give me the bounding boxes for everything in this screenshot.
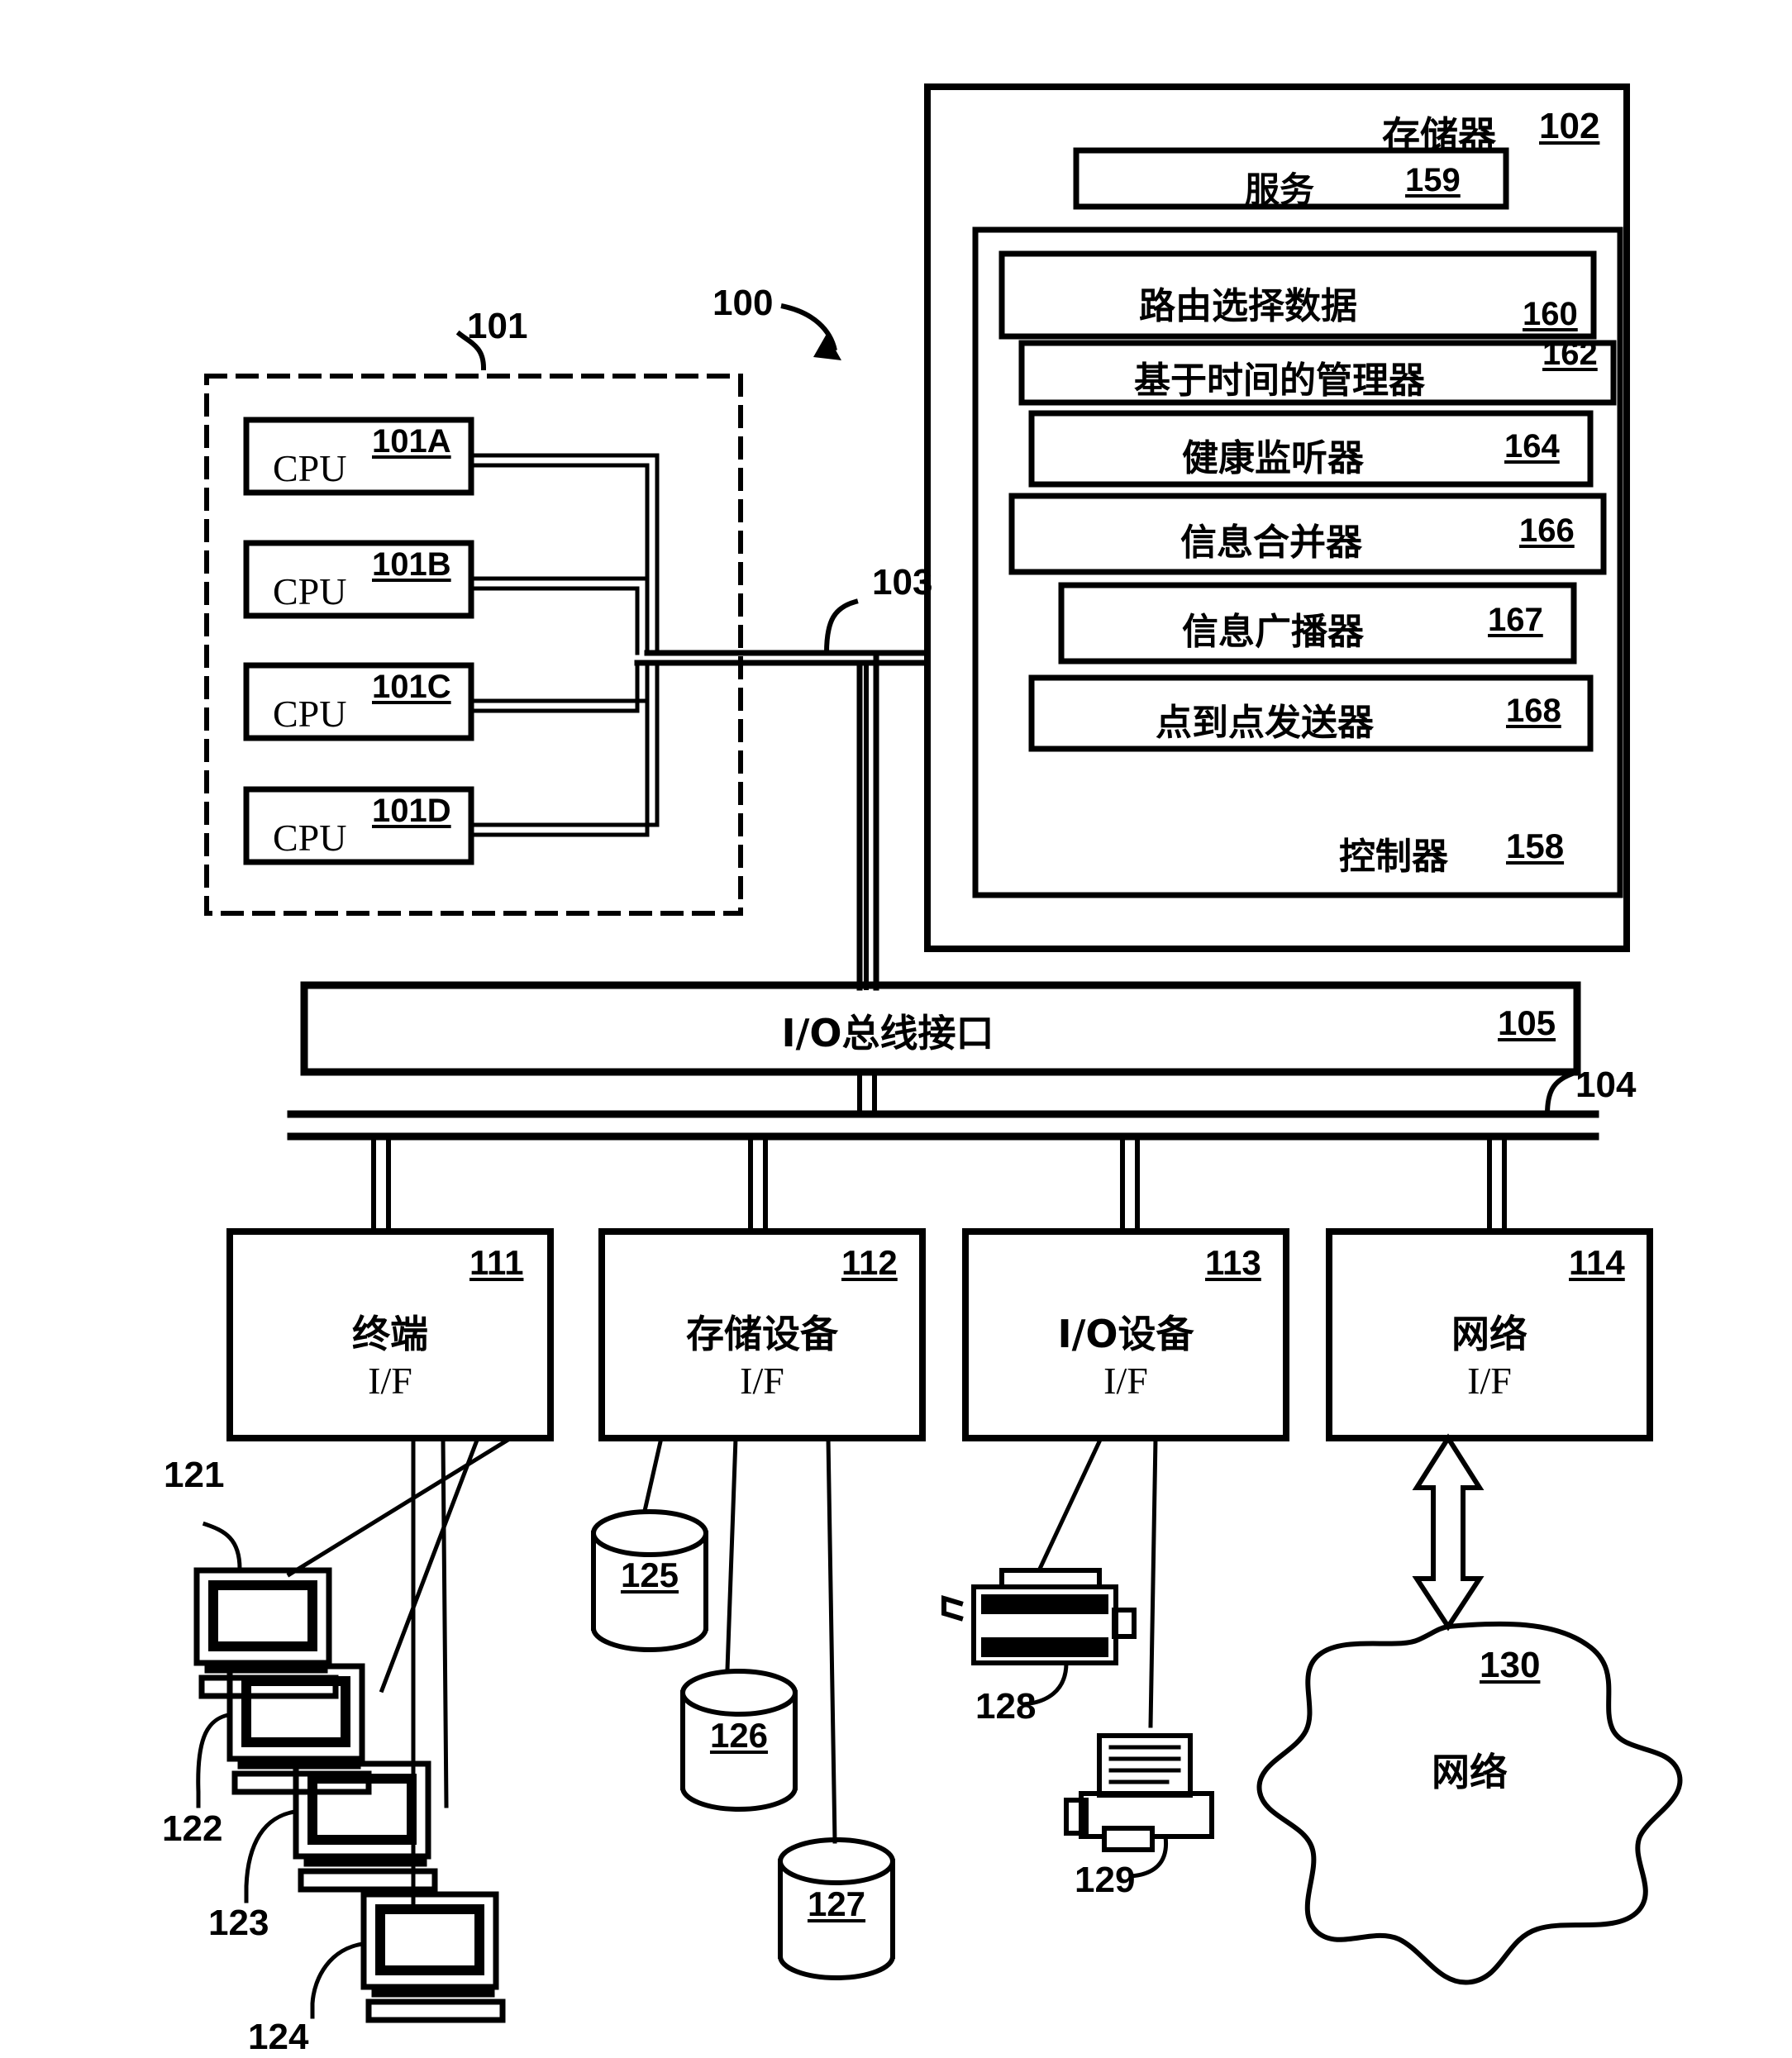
ref-label-125: 125 [620,1555,679,1594]
module-title-168: 点到点发送器 [1156,702,1374,744]
patent-figure: 100 101 CPU 101A CPU 101B CPU 101C CPU 1… [0,0,1792,2057]
ref-leader-124 [310,1941,365,2019]
ref-leader-121 [202,1521,242,1571]
cpu-wire-101C-b [469,660,640,713]
cpu-label-101D: CPU [273,817,347,859]
cpu-wire-101A [469,453,660,655]
module-title-162: 基于时间的管理器 [1134,360,1425,402]
ref-label-167: 167 [1488,602,1543,638]
ref-label-102: 102 [1539,106,1600,146]
ref-label-158: 158 [1506,827,1565,865]
ref-label-101B: 101B [372,546,451,583]
ref-label-162: 162 [1542,336,1598,372]
ref-label-128: 128 [975,1686,1037,1727]
module-title-167: 信息广播器 [1182,611,1364,653]
ref-label-164: 164 [1504,428,1560,464]
network-double-arrow [1412,1433,1485,1632]
module-title-160: 路由选择数据 [1139,285,1357,327]
module-title-164: 健康监听器 [1182,437,1364,479]
ref-label-127: 127 [807,1884,866,1923]
interface-sub-114: I/F [1467,1360,1512,1402]
scanner-icon-128 [941,1568,1137,1665]
interface-title-111: 终端 [352,1312,428,1356]
terminal-link-121 [286,1435,514,1578]
interface-sub-113: I/F [1103,1360,1148,1402]
cpu-wire-101C [469,660,650,703]
ref-label-122: 122 [162,1808,223,1849]
network-cloud-title: 网络 [1432,1750,1508,1794]
ref-label-113: 113 [1205,1243,1261,1282]
ref-label-126: 126 [709,1716,769,1755]
ref-label-101A: 101A [372,423,451,460]
ref-label-160: 160 [1523,296,1578,332]
ref-label-129: 129 [1075,1860,1136,1900]
cpu-wire-101A-b [469,463,650,655]
ref-label-101: 101 [467,306,528,346]
ref-label-100: 100 [713,283,774,323]
service-title: 服务 [1245,169,1315,210]
ref-label-112: 112 [841,1243,898,1282]
controller-title: 控制器 [1339,836,1448,878]
interface-sub-112: I/F [740,1360,784,1402]
network-cloud-shape [1256,1621,1683,1985]
cpu-label-101B: CPU [273,570,347,612]
ref-label-101C: 101C [372,669,451,705]
ref-label-105: 105 [1498,1003,1556,1042]
io-device-link-128 [1037,1435,1104,1572]
storage-link-125 [642,1436,664,1513]
memory-title: 存储器 [1382,113,1496,158]
terminal-icon-122 [226,1663,372,1795]
ref-leader-122 [196,1713,231,1808]
interface-title-112: 存储设备 [686,1312,838,1356]
ref-label-130: 130 [1480,1645,1541,1685]
ref-label-123: 123 [208,1903,269,1943]
ref-label-166: 166 [1519,512,1575,549]
interface-sub-111: I/F [368,1360,412,1402]
ref-label-114: 114 [1569,1243,1625,1282]
cpu-wire-101D-b [469,660,650,837]
storage-link-126 [725,1436,738,1672]
ref-leader-104 [1544,1071,1574,1117]
storage-link-127 [826,1436,837,1844]
ref-label-101D: 101D [372,793,451,829]
io-bus-interface-title: I/O总线接口 [781,1011,994,1055]
ref-leader-123 [244,1809,297,1903]
ref-label-104: 104 [1575,1065,1637,1105]
ref-label-124: 124 [248,2017,309,2057]
interface-title-113: I/O设备 [1057,1312,1194,1356]
ref-label-103: 103 [872,562,933,603]
ref-leader-103 [823,598,859,656]
cpu-label-101A: CPU [273,447,347,489]
terminal-icon-123 [293,1760,438,1893]
module-title-166: 信息合并器 [1180,522,1362,564]
ref-label-168: 168 [1506,693,1561,729]
interface-title-114: 网络 [1451,1312,1527,1356]
cpu-wire-101D [469,660,660,827]
terminal-icon-124 [360,1891,506,2023]
ref-label-121: 121 [164,1455,225,1495]
printer-icon-129 [1064,1733,1214,1852]
ref-label-159: 159 [1405,162,1461,198]
cpu-wire-101B-b [469,586,640,655]
io-device-link-129 [1148,1436,1158,1728]
terminal-link-122 [379,1435,481,1694]
cpu-label-101C: CPU [273,693,347,735]
ref-label-111: 111 [469,1243,524,1282]
terminal-link-123 [441,1436,449,1808]
